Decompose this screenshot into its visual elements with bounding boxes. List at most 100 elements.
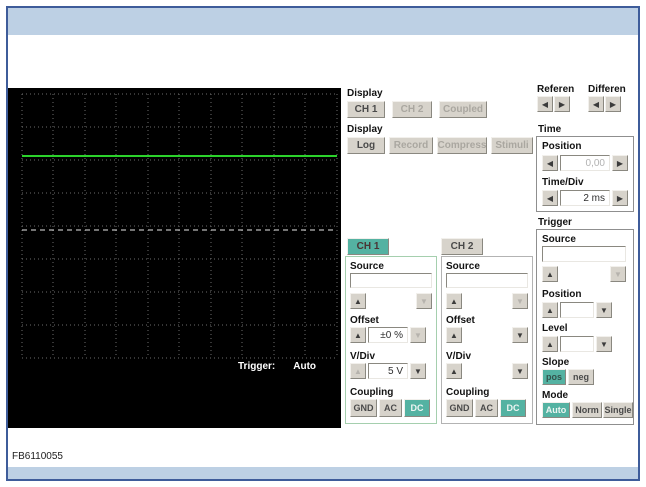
ch2-source-input[interactable] <box>446 273 528 288</box>
ch2-source-label: Source <box>446 261 480 272</box>
trigger-level-down-button[interactable]: ▼ <box>596 336 612 352</box>
time-position-increase-button[interactable]: ▶ <box>612 155 628 171</box>
ch2-source-up-button[interactable]: ▲ <box>446 293 462 309</box>
arrow-up-icon: ▲ <box>546 269 554 279</box>
time-position-value[interactable]: 0,00 <box>560 155 610 171</box>
ch2-vdiv-up-button[interactable]: ▲ <box>446 363 462 379</box>
ch1-coupling-gnd-button[interactable]: GND <box>350 399 377 417</box>
ch1-vdiv-value[interactable]: 5 V <box>368 363 408 379</box>
log-button[interactable]: Log <box>347 137 385 154</box>
difference-label: Differen <box>588 84 626 95</box>
reference-label: Referen <box>537 84 575 95</box>
figure-code: FB6110055 <box>12 451 63 462</box>
display-ch1-button[interactable]: CH 1 <box>347 101 385 118</box>
arrow-down-icon: ▼ <box>414 330 422 340</box>
arrow-left-icon: ◀ <box>546 158 554 168</box>
arrow-down-icon: ▼ <box>420 296 428 306</box>
compress-button: Compress <box>437 137 487 154</box>
ch2-offset-label: Offset <box>446 315 475 326</box>
arrow-up-icon: ▲ <box>354 330 362 340</box>
trigger-slope-label: Slope <box>542 357 570 368</box>
ch1-source-input[interactable] <box>350 273 432 288</box>
ch2-coupling-gnd-button[interactable]: GND <box>446 399 473 417</box>
arrow-up-icon: ▲ <box>354 296 362 306</box>
time-group-label: Time <box>538 124 562 135</box>
difference-next-button[interactable]: ▶ <box>605 96 621 112</box>
trigger-level-value[interactable] <box>560 336 594 352</box>
arrow-right-icon: ▶ <box>616 158 624 168</box>
arrow-up-icon: ▲ <box>450 366 458 376</box>
time-div-decrease-button[interactable]: ◀ <box>542 190 558 206</box>
time-div-increase-button[interactable]: ▶ <box>612 190 628 206</box>
arrow-up-icon: ▲ <box>546 305 554 315</box>
reference-prev-button[interactable]: ◀ <box>537 96 553 112</box>
arrow-down-icon: ▼ <box>516 366 524 376</box>
ch1-source-down-button: ▼ <box>416 293 432 309</box>
trigger-slope-neg-button[interactable]: neg <box>568 369 594 385</box>
ch1-offset-up-button[interactable]: ▲ <box>350 327 366 343</box>
trigger-position-label: Position <box>542 289 582 300</box>
ch1-vdiv-down-button[interactable]: ▼ <box>410 363 426 379</box>
arrow-left-icon: ◀ <box>592 99 600 109</box>
trigger-source-up-button[interactable]: ▲ <box>542 266 558 282</box>
arrow-left-icon: ◀ <box>541 99 549 109</box>
time-position-decrease-button[interactable]: ◀ <box>542 155 558 171</box>
ch1-coupling-dc-button[interactable]: DC <box>404 399 430 417</box>
ch1-vdiv-label: V/Div <box>350 351 376 362</box>
ch1-offset-label: Offset <box>350 315 379 326</box>
arrow-up-icon: ▲ <box>450 330 458 340</box>
ch2-coupling-ac-button[interactable]: AC <box>475 399 498 417</box>
arrow-up-icon: ▲ <box>450 296 458 306</box>
trigger-group-label: Trigger <box>538 217 572 228</box>
oscilloscope-app-window: FB6110055 Trigger: Auto Display CH 1 CH … <box>0 0 646 487</box>
arrow-down-icon: ▼ <box>516 296 524 306</box>
display-coupled-button: Coupled <box>439 101 487 118</box>
arrow-down-icon: ▼ <box>414 366 422 376</box>
header-bar <box>8 8 638 35</box>
trigger-source-label: Source <box>542 234 576 245</box>
ch1-source-up-button[interactable]: ▲ <box>350 293 366 309</box>
arrow-down-icon: ▼ <box>600 305 608 315</box>
trigger-mode-single-button[interactable]: Single <box>603 402 633 418</box>
oscilloscope-display: Trigger: Auto <box>8 88 341 428</box>
trigger-position-value[interactable] <box>560 302 594 318</box>
ch2-coupling-dc-button[interactable]: DC <box>500 399 526 417</box>
arrow-down-icon: ▼ <box>516 330 524 340</box>
arrow-right-icon: ▶ <box>609 99 617 109</box>
ch1-offset-value[interactable]: ±0 % <box>368 327 408 343</box>
ch2-vdiv-down-button[interactable]: ▼ <box>512 363 528 379</box>
footer-bar <box>8 467 638 479</box>
trigger-position-down-button[interactable]: ▼ <box>596 302 612 318</box>
trigger-slope-pos-button[interactable]: pos <box>542 369 566 385</box>
arrow-right-icon: ▶ <box>616 193 624 203</box>
arrow-down-icon: ▼ <box>600 339 608 349</box>
trigger-level-up-button[interactable]: ▲ <box>542 336 558 352</box>
ch1-tab[interactable]: CH 1 <box>347 238 389 255</box>
trigger-position-up-button[interactable]: ▲ <box>542 302 558 318</box>
trigger-status-value: Auto <box>293 361 317 372</box>
stimuli-button: Stimuli <box>491 137 533 154</box>
difference-prev-button[interactable]: ◀ <box>588 96 604 112</box>
display-channels-label: Display <box>347 88 383 99</box>
ch1-offset-down-button: ▼ <box>410 327 426 343</box>
display-modes-label: Display <box>347 124 383 135</box>
trigger-mode-norm-button[interactable]: Norm <box>572 402 602 418</box>
trigger-mode-auto-button[interactable]: Auto <box>542 402 570 418</box>
ch2-offset-down-button[interactable]: ▼ <box>512 327 528 343</box>
reference-next-button[interactable]: ▶ <box>554 96 570 112</box>
display-ch2-button: CH 2 <box>392 101 432 118</box>
trigger-status: Trigger: Auto <box>238 361 316 372</box>
ch2-offset-up-button[interactable]: ▲ <box>446 327 462 343</box>
ch2-source-down-button: ▼ <box>512 293 528 309</box>
arrow-down-icon: ▼ <box>614 269 622 279</box>
ch1-coupling-label: Coupling <box>350 387 394 398</box>
ch1-coupling-ac-button[interactable]: AC <box>379 399 402 417</box>
trigger-source-input[interactable] <box>542 246 626 262</box>
arrow-left-icon: ◀ <box>546 193 554 203</box>
arrow-up-icon: ▲ <box>546 339 554 349</box>
scope-grid <box>21 93 338 359</box>
time-div-value[interactable]: 2 ms <box>560 190 610 206</box>
ch1-vdiv-up-button: ▲ <box>350 363 366 379</box>
ch2-tab[interactable]: CH 2 <box>441 238 483 255</box>
trigger-status-label: Trigger: <box>238 361 276 372</box>
